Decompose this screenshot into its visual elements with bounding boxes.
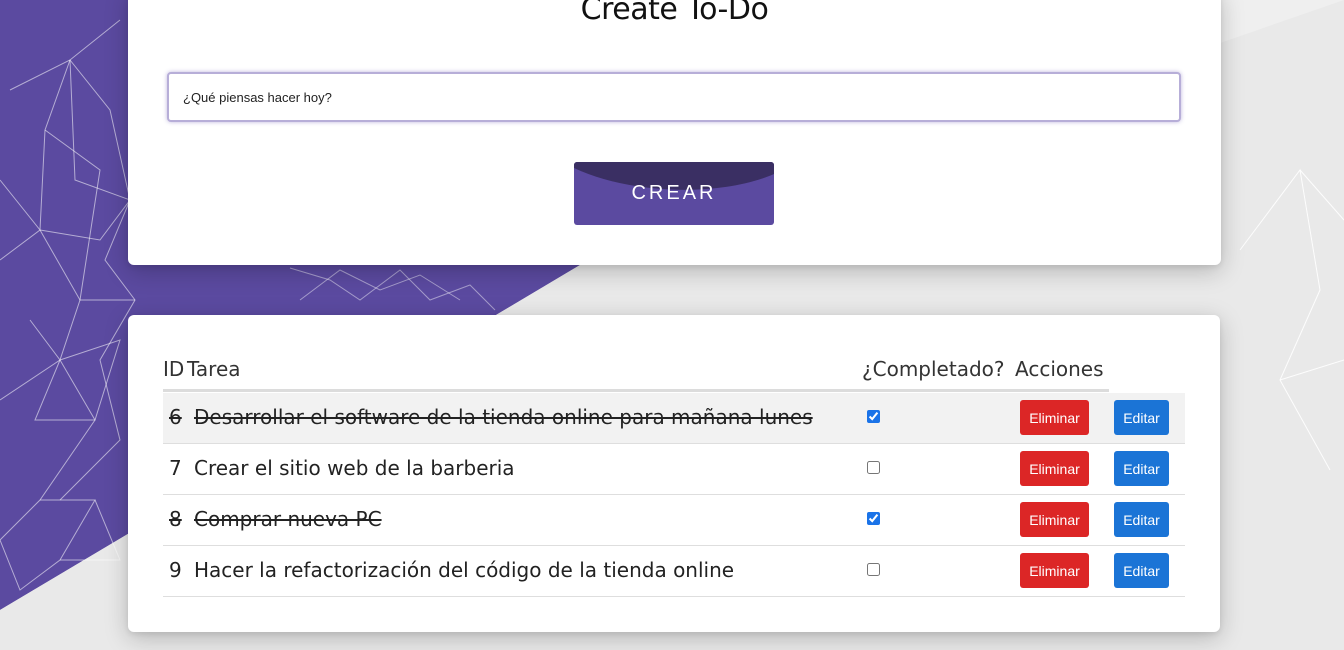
completed-checkbox[interactable]	[867, 410, 880, 423]
table-row: 7 Crear el sitio web de la barberia Elim…	[163, 444, 1185, 495]
create-button[interactable]: CREAR	[574, 162, 774, 225]
row-task: Desarrollar el software de la tienda onl…	[194, 405, 813, 429]
header-completed: ¿Completado?	[862, 357, 1005, 381]
row-task: Hacer la refactorización del código de l…	[194, 558, 735, 582]
completed-checkbox[interactable]	[867, 461, 880, 474]
header-id: ID	[163, 357, 185, 381]
row-task: Crear el sitio web de la barberia	[194, 456, 515, 480]
edit-button[interactable]: Editar	[1114, 451, 1169, 486]
row-id: 6	[169, 405, 182, 429]
create-button-label: CREAR	[631, 182, 717, 204]
todo-table-body: 6 Desarrollar el software de la tienda o…	[163, 393, 1185, 597]
table-row: 8 Comprar nueva PC Eliminar Editar	[163, 495, 1185, 546]
edit-button[interactable]: Editar	[1114, 400, 1169, 435]
row-id: 8	[169, 507, 182, 531]
todo-list-card: ID Tarea ¿Completado? Acciones 6 Desarro…	[128, 315, 1220, 632]
row-id: 9	[169, 558, 182, 582]
row-task: Comprar nueva PC	[194, 507, 382, 531]
create-todo-card: Create To-Do CREAR	[128, 0, 1221, 265]
row-id: 7	[169, 456, 182, 480]
table-row: 6 Desarrollar el software de la tienda o…	[163, 393, 1185, 444]
create-todo-title: Create To-Do	[580, 0, 769, 27]
delete-button[interactable]: Eliminar	[1020, 451, 1089, 486]
header-actions: Acciones	[1015, 357, 1104, 381]
delete-button[interactable]: Eliminar	[1020, 400, 1089, 435]
edit-button[interactable]: Editar	[1114, 502, 1169, 537]
header-task: Tarea	[187, 357, 241, 381]
delete-button[interactable]: Eliminar	[1020, 502, 1089, 537]
todo-input[interactable]	[167, 72, 1181, 122]
table-row: 9 Hacer la refactorización del código de…	[163, 546, 1185, 597]
delete-button[interactable]: Eliminar	[1020, 553, 1089, 588]
completed-checkbox[interactable]	[867, 563, 880, 576]
completed-checkbox[interactable]	[867, 512, 880, 525]
header-divider	[163, 389, 1109, 392]
edit-button[interactable]: Editar	[1114, 553, 1169, 588]
